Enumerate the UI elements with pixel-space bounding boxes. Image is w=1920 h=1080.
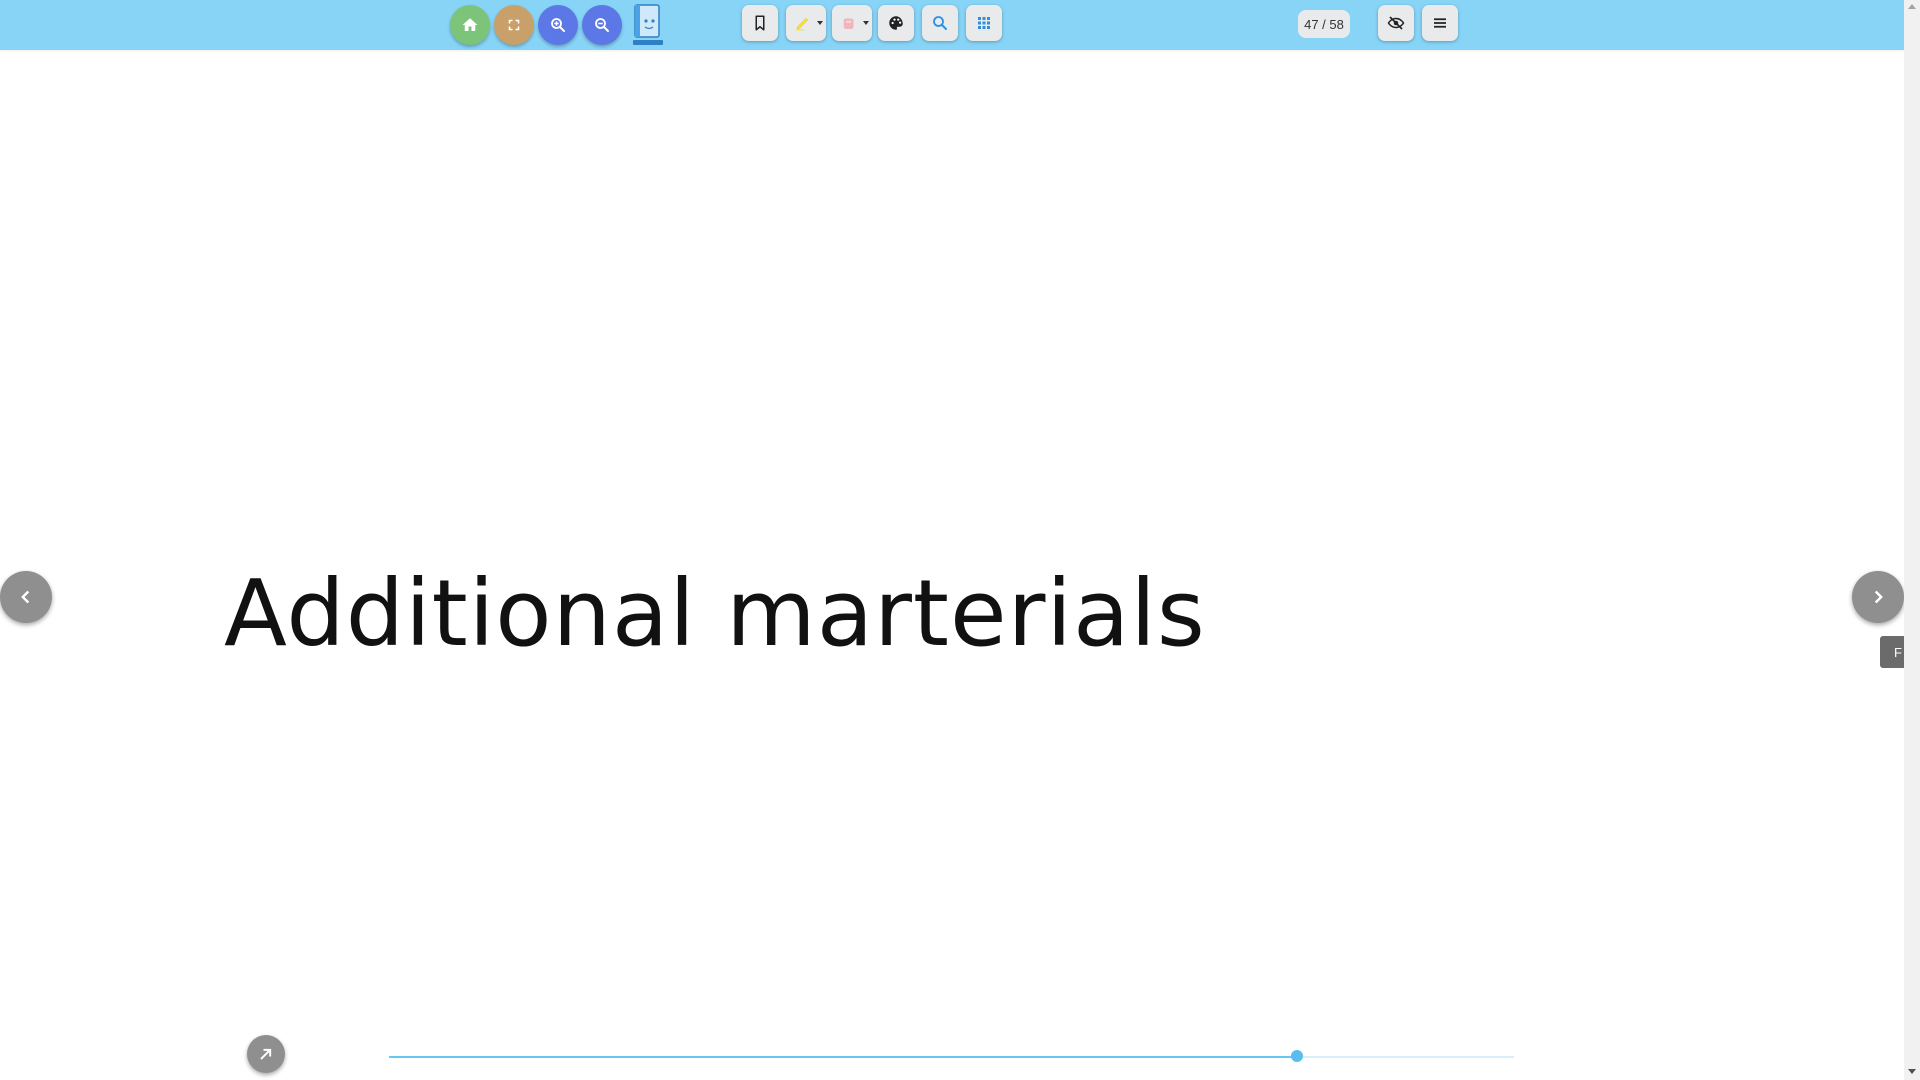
grid-icon <box>978 17 990 29</box>
slider-fill <box>389 1056 1297 1058</box>
palette-button[interactable] <box>878 5 914 41</box>
menu-button[interactable] <box>1422 5 1458 41</box>
slide-title: Additional marterials <box>224 560 1206 667</box>
grid-view-button[interactable] <box>966 5 1002 41</box>
slider-thumb[interactable] <box>1290 1050 1303 1062</box>
vertical-scrollbar[interactable] <box>1904 0 1920 1080</box>
hamburger-menu-icon <box>1434 18 1446 28</box>
chevron-left-icon <box>21 590 30 604</box>
home-button[interactable] <box>450 5 490 45</box>
previous-page-button[interactable] <box>0 571 52 623</box>
palette-icon <box>889 16 903 30</box>
highlighter-icon <box>796 17 809 31</box>
scroll-up-icon[interactable] <box>1908 4 1916 9</box>
chevron-down-icon <box>863 21 869 25</box>
top-toolbar: 47 / 58 <box>0 0 1904 50</box>
fullscreen-icon <box>508 19 520 31</box>
eraser-button[interactable] <box>832 5 872 41</box>
eye-off-icon <box>1387 16 1405 30</box>
zoom-in-button[interactable] <box>538 5 578 45</box>
page-counter: 47 / 58 <box>1298 10 1350 38</box>
page-slider[interactable] <box>389 1050 1514 1062</box>
fullscreen-button[interactable] <box>494 5 534 45</box>
eraser-icon <box>843 18 854 29</box>
expand-button[interactable] <box>247 1035 285 1073</box>
arrow-up-right-icon <box>260 1048 272 1060</box>
app-logo-icon <box>633 4 663 45</box>
zoom-out-icon <box>595 18 609 32</box>
hide-toolbar-button[interactable] <box>1378 5 1414 41</box>
search-button[interactable] <box>922 5 958 41</box>
next-page-button[interactable] <box>1852 571 1904 623</box>
chevron-down-icon <box>817 21 823 25</box>
zoom-in-icon <box>551 18 565 32</box>
home-icon <box>462 18 478 31</box>
highlighter-button[interactable] <box>786 5 826 41</box>
bookmark-icon <box>755 15 765 31</box>
search-icon <box>933 16 947 30</box>
side-panel-tab[interactable]: F <box>1880 636 1904 668</box>
bookmark-button[interactable] <box>742 5 778 41</box>
chevron-right-icon <box>1874 590 1883 604</box>
scroll-down-icon[interactable] <box>1908 1069 1916 1074</box>
zoom-out-button[interactable] <box>582 5 622 45</box>
